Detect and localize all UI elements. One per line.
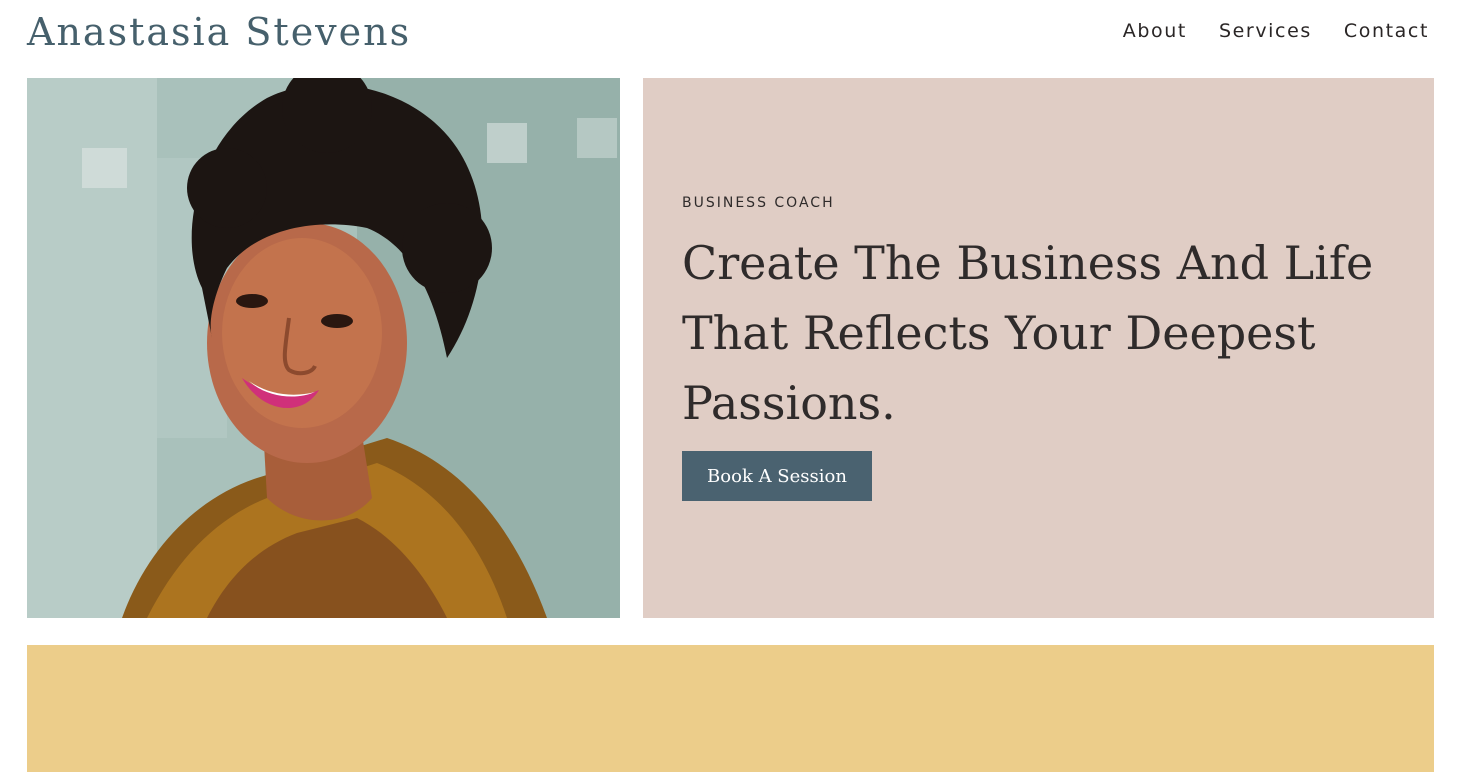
portrait-illustration	[27, 78, 620, 618]
site-title-link[interactable]: Anastasia Stevens	[27, 10, 411, 54]
hero-headline: Create The Business And Life That Reflec…	[682, 236, 1374, 430]
hero-eyebrow: BUSINESS COACH	[682, 195, 835, 211]
nav-link-about[interactable]: About	[1123, 20, 1187, 42]
main-nav: About Services Contact	[1123, 20, 1429, 42]
nav-link-contact[interactable]: Contact	[1344, 20, 1429, 42]
coach-portrait-photo	[27, 78, 620, 618]
hero-panel: BUSINESS COACH Create The Business And L…	[643, 78, 1434, 618]
nav-link-services[interactable]: Services	[1219, 20, 1312, 42]
book-session-button[interactable]: Book A Session	[682, 451, 872, 501]
yellow-section-band	[27, 645, 1434, 772]
